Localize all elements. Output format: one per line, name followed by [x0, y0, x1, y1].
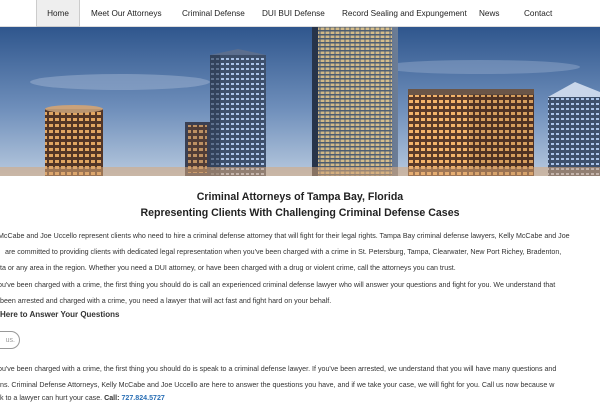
intro-line-2: are committed to providing clients with …: [5, 248, 562, 256]
page-heading: Criminal Attorneys of Tampa Bay, Florida: [196, 191, 404, 203]
building-gold-tower: [312, 27, 398, 176]
skyline-illustration: [0, 27, 600, 176]
para3-line-2: ns. Criminal Defense Attorneys, Kelly Mc…: [0, 381, 555, 389]
page-subheading: Representing Clients With Challenging Cr…: [140, 207, 460, 219]
phone-link[interactable]: 727.824.5727: [121, 394, 164, 402]
nav-contact[interactable]: Contact: [524, 0, 552, 26]
building-office-block: [408, 89, 534, 176]
para3-line-1: ou've been charged with a crime, the fir…: [0, 365, 557, 373]
contact-us-label: us.: [5, 337, 15, 344]
main-content: Criminal Attorneys of Tampa Bay, Florida…: [0, 176, 600, 403]
section-heading: Here to Answer Your Questions: [0, 310, 120, 319]
intro-line-3: ta or any area in the region. Whether yo…: [0, 264, 456, 272]
nav-record-sealing[interactable]: Record Sealing and Expungement: [342, 0, 467, 26]
nav-meet-our-attorneys[interactable]: Meet Our Attorneys: [91, 0, 162, 26]
nav-dui-bui-defense[interactable]: DUI BUI Defense: [262, 0, 325, 26]
para3-line-3-text: k to a lawyer can hurt your case.: [0, 394, 103, 402]
para3-line-3: k to a lawyer can hurt your case. Call: …: [0, 394, 165, 402]
nav-criminal-defense[interactable]: Criminal Defense: [182, 0, 245, 26]
nav-home[interactable]: Home: [36, 0, 80, 27]
nav-news[interactable]: News: [479, 0, 499, 26]
call-label: Call:: [104, 394, 120, 402]
intro-line-1: McCabe and Joe Uccello represent clients…: [0, 232, 570, 240]
building-right-tower: [548, 82, 600, 176]
contact-us-button[interactable]: us.: [0, 331, 20, 349]
para2-line-1: ou've been charged with a crime, the fir…: [0, 281, 556, 289]
para2-line-2: been arrested and charged with a crime, …: [0, 297, 332, 305]
hero-skyline-image: [0, 27, 600, 176]
building-blue-tower: [210, 49, 266, 176]
building-round-tower: [45, 105, 103, 176]
top-navigation: Home Meet Our Attorneys Criminal Defense…: [0, 0, 600, 27]
